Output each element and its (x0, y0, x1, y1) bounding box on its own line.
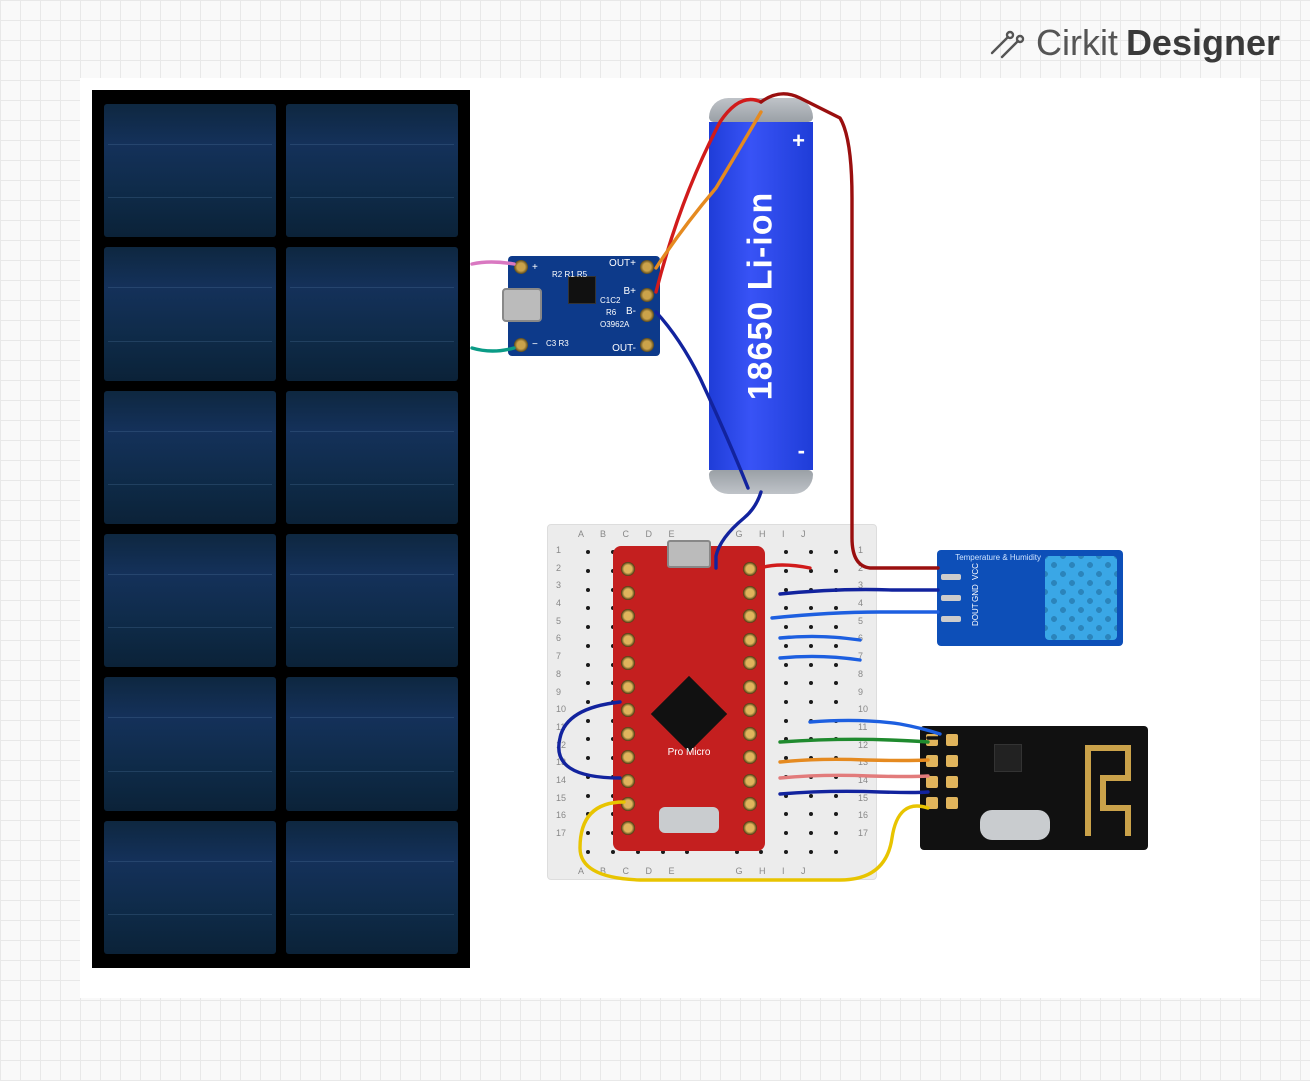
label-c3r3: C3 R3 (546, 339, 569, 348)
pad-in-minus (514, 338, 528, 352)
label-out-minus: OUT- (612, 343, 636, 354)
dht-pin-vcc: VCC (971, 563, 980, 580)
diagram-canvas[interactable]: + − OUT+ OUT- B+ B- R2 R1 R5 C1C2 R6 O39… (80, 78, 1260, 998)
nrf-ic-icon (994, 744, 1022, 772)
label-b-plus: B+ (623, 286, 636, 297)
nrf-header-pins (926, 734, 962, 814)
bb-columns-top: A B C D E F G H I J (578, 529, 813, 539)
brand-suffix: Designer (1126, 22, 1280, 64)
battery-cap-bottom (709, 470, 813, 494)
battery-plus-sign: + (792, 128, 805, 154)
label-r6: R6 (606, 308, 616, 317)
dht-pin-dout: DOUT (971, 603, 980, 626)
label-in-plus: + (532, 262, 538, 273)
tp4056-module[interactable]: + − OUT+ OUT- B+ B- R2 R1 R5 C1C2 R6 O39… (508, 256, 660, 356)
nrf-antenna-icon (1078, 738, 1138, 838)
battery-18650[interactable]: + 18650 Li-ion - (709, 98, 813, 494)
promicro-usb-icon (667, 540, 711, 568)
label-b-minus: B- (626, 306, 636, 317)
pad-b-minus (640, 308, 654, 322)
nrf24l01-module[interactable] (920, 726, 1148, 850)
dht-pin-gnd: GND (971, 584, 980, 602)
micro-usb-port-icon (502, 288, 542, 322)
brand-name: Cirkit (1036, 22, 1118, 64)
label-c: C1C2 (600, 296, 620, 305)
arduino-pro-micro[interactable]: Pro Micro (613, 546, 765, 851)
promicro-mcu-icon (651, 676, 727, 752)
brand-logo-icon (988, 23, 1028, 63)
label-r: R2 R1 R5 (552, 270, 587, 279)
label-in-minus: − (532, 339, 538, 350)
dht-title: Temperature & Humidity (955, 553, 1041, 562)
promicro-pins-left (619, 562, 637, 835)
label-out-plus: OUT+ (609, 258, 636, 269)
bb-rows-left: 12 34 56 78 910 1112 1314 1516 17 (556, 545, 566, 838)
promicro-pins-right (741, 562, 759, 835)
battery-cap-top (709, 98, 813, 122)
battery-minus-sign: - (798, 438, 805, 464)
label-silk: O3962A (600, 320, 629, 329)
bb-columns-bottom: A B C D E F G H I J (578, 866, 813, 876)
battery-body: + 18650 Li-ion - (709, 122, 813, 470)
dht-sensor-module[interactable]: Temperature & Humidity VCC GND DOUT (937, 550, 1123, 646)
promicro-crystal-icon (659, 807, 719, 833)
solar-panel[interactable] (92, 90, 470, 968)
battery-label: 18650 Li-ion (742, 192, 781, 401)
dht-sensor-cap-icon (1045, 556, 1117, 640)
brand-watermark: Cirkit Designer (988, 22, 1280, 64)
promicro-label: Pro Micro (668, 747, 711, 758)
nrf-crystal-icon (980, 810, 1050, 840)
pad-out-minus (640, 338, 654, 352)
pad-b-plus (640, 288, 654, 302)
pad-out-plus (640, 260, 654, 274)
bb-rows-right: 12 34 56 78 910 1112 1314 1516 17 (858, 545, 868, 838)
tp4056-ic-icon (568, 276, 596, 304)
dht-pins (941, 566, 969, 630)
pad-in-plus (514, 260, 528, 274)
